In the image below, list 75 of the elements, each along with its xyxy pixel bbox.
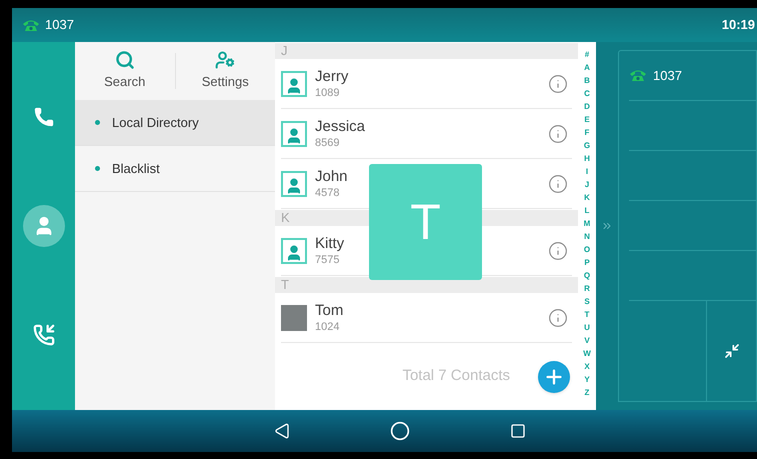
line-label: 1037 [653, 66, 682, 85]
contact-row[interactable]: Jerry 1089 [281, 59, 572, 109]
settings-button[interactable]: Settings [176, 50, 275, 92]
recent-apps-icon[interactable] [510, 423, 526, 439]
line-phone-icon [629, 69, 647, 82]
index-letter[interactable]: N [584, 230, 590, 243]
index-letter[interactable]: X [584, 360, 590, 373]
info-icon[interactable] [548, 174, 568, 194]
call-history-icon [32, 324, 54, 346]
contact-number: 1024 [315, 320, 340, 334]
contact-number: 4578 [315, 186, 340, 200]
index-letter[interactable]: H [584, 152, 590, 165]
index-letter[interactable]: I [586, 165, 588, 178]
contact-number: 7575 [315, 252, 340, 266]
info-icon[interactable] [548, 124, 568, 144]
photo-placeholder [281, 304, 307, 330]
contact-settings-icon [215, 50, 236, 70]
index-letter[interactable]: W [583, 347, 591, 360]
index-letter[interactable]: J [584, 178, 590, 191]
default-avatar-icon [281, 170, 307, 196]
index-letter[interactable]: C [584, 87, 590, 100]
bullet-icon [95, 166, 100, 171]
index-letter[interactable]: F [584, 126, 590, 139]
index-letter[interactable]: # [584, 48, 590, 61]
index-letter[interactable]: G [584, 139, 590, 152]
default-avatar-icon [281, 70, 307, 96]
contact-number: 8569 [315, 136, 340, 150]
directory-menu-item[interactable]: Local Directory [75, 100, 275, 146]
expand-handle-icon[interactable] [601, 220, 613, 232]
index-letter[interactable]: T [584, 308, 590, 321]
letter-overlay: T [369, 164, 482, 280]
default-avatar-icon [281, 120, 307, 146]
rail-tab[interactable] [22, 204, 64, 247]
contact-name: John [315, 168, 349, 186]
index-letter[interactable]: A [584, 61, 590, 74]
contact-name: Jerry [315, 68, 350, 86]
add-contact-button[interactable] [538, 360, 570, 392]
info-icon[interactable] [548, 308, 568, 328]
contacts-total: Total 7 Contacts [402, 366, 510, 386]
index-letter[interactable]: Q [584, 269, 590, 282]
index-letter[interactable]: L [584, 204, 590, 217]
home-icon[interactable] [390, 421, 410, 441]
index-letter[interactable]: Y [584, 373, 590, 386]
clock-time: 10:19 [722, 16, 755, 34]
contact-row[interactable]: Tom 1024 [281, 293, 572, 343]
phone-icon [32, 106, 54, 128]
info-icon[interactable] [548, 74, 568, 94]
index-letter[interactable]: O [584, 243, 590, 256]
search-button[interactable]: Search [75, 50, 174, 92]
index-letter[interactable]: D [584, 100, 590, 113]
index-letter[interactable]: R [584, 282, 590, 295]
group-header: J [275, 43, 578, 59]
contact-name: Jessica [315, 118, 366, 136]
group-header: T [275, 277, 578, 293]
fullscreen-icon[interactable] [724, 343, 740, 359]
index-letter[interactable]: M [584, 217, 590, 230]
contact-number: 1089 [315, 86, 340, 100]
contact-name: Tom [315, 302, 344, 320]
contact-row[interactable]: Jessica 8569 [281, 109, 572, 159]
line-number: 1037 [45, 16, 74, 34]
index-letter[interactable]: B [584, 74, 590, 87]
index-letter[interactable]: P [584, 256, 590, 269]
back-icon[interactable] [274, 423, 290, 439]
search-icon [114, 50, 135, 70]
contact-name: Kitty [315, 234, 346, 252]
bullet-icon [95, 120, 100, 125]
index-letter[interactable]: S [584, 295, 590, 308]
index-letter[interactable]: V [584, 334, 590, 347]
index-letter[interactable]: E [584, 113, 590, 126]
index-letter[interactable]: K [584, 191, 590, 204]
index-letter[interactable]: Z [584, 386, 590, 399]
info-icon[interactable] [548, 240, 568, 260]
index-letter[interactable]: U [584, 321, 590, 334]
line-status-icon [22, 18, 40, 32]
default-avatar-icon [281, 238, 307, 264]
